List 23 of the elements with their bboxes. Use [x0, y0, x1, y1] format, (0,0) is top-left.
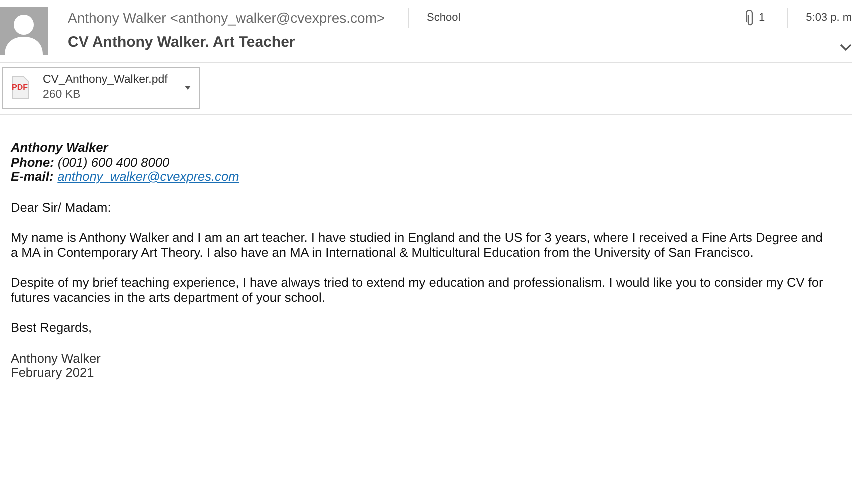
- body-paragraph: My name is Anthony Walker and I am an art teacher. I have studied in England and the US for 3 years, where I received a Fine Arts Degree and a MA in Contemporary Art Theory. I also have an MA in International & Multicultural Education from the University of San Francisco.: [11, 231, 824, 260]
- file-name: CV_Anthony_Walker.pdf: [43, 73, 169, 88]
- email-label: E-mail:: [11, 170, 54, 184]
- closing-line: February 2021: [11, 366, 96, 380]
- email-link[interactable]: anthony_walker@cvexpres.com: [58, 170, 240, 184]
- chevron-down-icon[interactable]: [840, 44, 852, 52]
- body-paragraph: Dear Sir/ Madam:: [11, 200, 112, 215]
- pdf-label: PDF: [12, 83, 28, 92]
- phone-line: Phone: (001) 600 400 8000: [11, 156, 171, 170]
- time-label: 5:03 p. m: [806, 10, 852, 26]
- signature-name: Anthony Walker: [11, 141, 110, 156]
- attachment-count: 1: [759, 10, 766, 26]
- paperclip-icon: [746, 10, 756, 26]
- pdf-file-icon: [11, 76, 31, 100]
- closing-line: Anthony Walker: [11, 352, 102, 366]
- attachment-button[interactable]: PDF CV_Anthony_Walker.pdf 260 KB: [2, 67, 200, 109]
- subject: CV Anthony Walker. Art Teacher: [68, 33, 296, 53]
- sender: Anthony Walker <anthony_walker@cvexpres.com>: [68, 8, 386, 28]
- body-paragraph: Despite of my brief teaching experience, I have always tried to extend my education and professionalism. I would like you to consider my CV for futures vacancies in the arts department of your school.: [11, 276, 824, 305]
- body-paragraph: Best Regards,: [11, 321, 94, 336]
- file-size: 260 KB: [43, 88, 82, 103]
- caret-icon: [185, 86, 191, 90]
- category-label: School: [427, 10, 461, 26]
